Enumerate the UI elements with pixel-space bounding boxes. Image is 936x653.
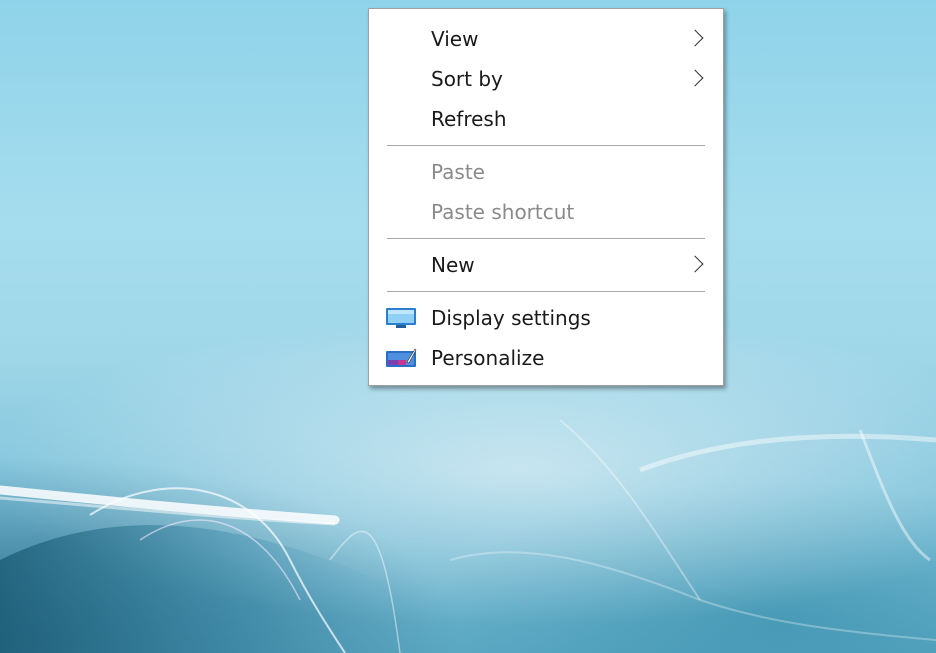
menu-separator [387, 291, 705, 292]
menu-separator [387, 145, 705, 146]
menu-item-display-settings-label: Display settings [431, 306, 591, 330]
menu-item-new[interactable]: New [369, 245, 723, 285]
menu-item-new-label: New [431, 253, 475, 277]
menu-item-view[interactable]: View [369, 19, 723, 59]
menu-item-personalize[interactable]: Personalize [369, 338, 723, 378]
desktop-context-menu: View Sort by Refresh Paste Paste shortcu… [368, 8, 724, 386]
menu-item-personalize-label: Personalize [431, 346, 545, 370]
display-settings-icon [386, 308, 416, 328]
menu-item-sort-by[interactable]: Sort by [369, 59, 723, 99]
chevron-right-icon [686, 69, 704, 87]
menu-separator [387, 238, 705, 239]
chevron-right-icon [686, 255, 704, 273]
personalize-icon [386, 348, 417, 367]
menu-item-sort-by-label: Sort by [431, 67, 503, 91]
menu-item-paste-shortcut-label: Paste shortcut [431, 200, 575, 224]
menu-item-paste-label: Paste [431, 160, 485, 184]
menu-item-refresh[interactable]: Refresh [369, 99, 723, 139]
menu-item-refresh-label: Refresh [431, 107, 507, 131]
menu-item-display-settings[interactable]: Display settings [369, 298, 723, 338]
menu-item-paste: Paste [369, 152, 723, 192]
chevron-right-icon [686, 29, 704, 47]
menu-item-paste-shortcut: Paste shortcut [369, 192, 723, 232]
menu-item-view-label: View [431, 27, 479, 51]
